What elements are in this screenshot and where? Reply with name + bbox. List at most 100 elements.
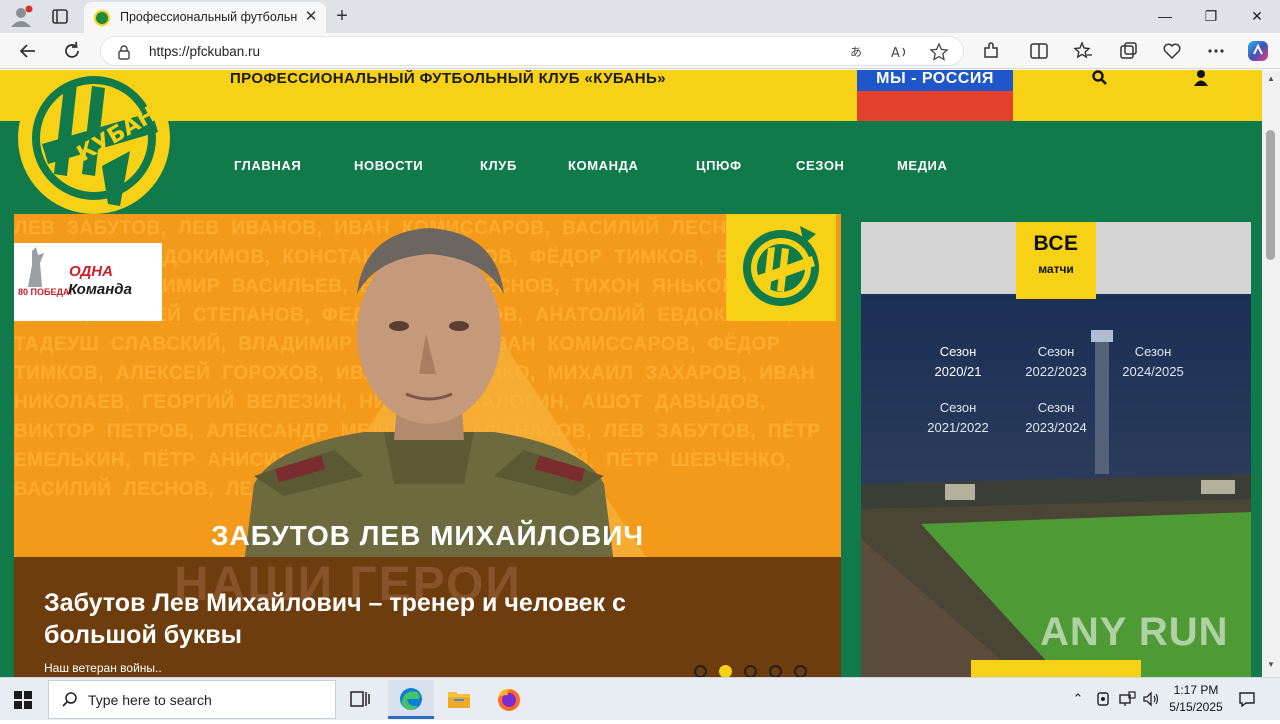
taskbar-search-box[interactable]: Type here to search <box>48 680 336 719</box>
windows-start-icon[interactable] <box>14 691 32 709</box>
back-arrow-icon[interactable] <box>16 39 40 63</box>
reload-icon[interactable] <box>60 39 84 63</box>
translate-icon[interactable]: あ <box>849 42 869 62</box>
notifications-icon[interactable] <box>1238 690 1256 708</box>
season-link-2022-2023[interactable]: Сезон 2022/2023 <box>1006 342 1106 382</box>
scrollbar-thumb[interactable] <box>1266 130 1275 260</box>
slider-dot-active[interactable] <box>719 665 732 677</box>
slider-dot[interactable] <box>744 665 757 677</box>
season-link-2023-2024[interactable]: Сезон 2023/2024 <box>1006 398 1106 438</box>
search-icon <box>61 691 79 709</box>
clock-time: 1:17 PM <box>1173 683 1219 697</box>
season-link-2021-2022[interactable]: Сезон 2021/2022 <box>908 398 1008 438</box>
nav-item-club[interactable]: КЛУБ <box>480 158 517 173</box>
tray-device-icon[interactable] <box>1094 690 1112 708</box>
split-screen-icon[interactable] <box>1028 40 1050 62</box>
season-word: Сезон <box>1037 400 1075 415</box>
browser-tab-bar: Профессиональный футбольный клуб «Кубань… <box>0 0 1280 33</box>
nav-item-home[interactable]: ГЛАВНАЯ <box>234 158 301 173</box>
all-matches-button[interactable]: ВСЕ матчи <box>1016 222 1096 299</box>
new-tab-button[interactable]: + <box>331 5 353 27</box>
season-year: 2021/2022 <box>927 420 989 435</box>
monument-icon <box>28 247 44 287</box>
club-logo[interactable]: КУБАНЬ <box>12 70 177 221</box>
hero-slider[interactable]: ЛЕВ ЗАБУТОВ, ЛЕВ ИВАНОВ, ИВАН КОМИССАРОВ… <box>14 214 841 677</box>
page-scrollbar[interactable]: ▲ ▼ <box>1262 70 1280 677</box>
slider-dot[interactable] <box>794 665 807 677</box>
badge-odna-text: ОДНА <box>69 263 113 280</box>
favorite-star-icon[interactable] <box>929 42 949 62</box>
edge-browser-icon[interactable] <box>388 680 434 719</box>
copilot-icon[interactable] <box>1246 39 1268 61</box>
windows-taskbar: Type here to search ⌃ 1:17 PM 5/15/2025 <box>0 677 1280 720</box>
season-link-2020-21[interactable]: Сезон 2020/21 <box>908 342 1008 382</box>
more-menu-icon[interactable] <box>1205 40 1227 62</box>
season-year: 2022/2023 <box>1025 364 1087 379</box>
nav-item-team[interactable]: КОМАНДА <box>568 158 639 173</box>
url-text[interactable]: https://pfckuban.ru <box>149 44 260 59</box>
matches-panel-bottom-bar[interactable] <box>971 660 1141 677</box>
profile-icon[interactable] <box>8 5 34 29</box>
window-maximize-button[interactable]: ❐ <box>1188 0 1234 33</box>
window-minimize-button[interactable]: — <box>1142 0 1188 33</box>
file-explorer-icon[interactable] <box>436 680 482 719</box>
scroll-up-arrow-icon[interactable]: ▲ <box>1267 74 1275 83</box>
svg-text:あ: あ <box>850 45 862 59</box>
season-word: Сезон <box>939 400 977 415</box>
tab-close-icon[interactable]: ✕ <box>302 8 320 26</box>
all-matches-small-label: матчи <box>1038 262 1074 276</box>
taskbar-search-placeholder: Type here to search <box>88 692 212 708</box>
club-title: ПРОФЕССИОНАЛЬНЫЙ ФУТБОЛЬНЫЙ КЛУБ «КУБАНЬ… <box>230 70 666 87</box>
page-viewport: ПРОФЕССИОНАЛЬНЫЙ ФУТБОЛЬНЫЙ КЛУБ «КУБАНЬ… <box>0 70 1262 677</box>
taskbar-clock[interactable]: 1:17 PM 5/15/2025 <box>1164 682 1228 716</box>
firefox-icon[interactable] <box>486 680 532 719</box>
performance-heart-icon[interactable] <box>1161 40 1183 62</box>
read-aloud-icon[interactable]: A <box>889 42 909 62</box>
matches-panel: ВСЕ матчи Сезон 2020/21 Сезон 2022/2023 … <box>861 222 1251 677</box>
flag-red-stripe <box>857 91 1013 121</box>
address-bar[interactable]: https://pfckuban.ru あ A <box>100 36 964 66</box>
slider-dot[interactable] <box>769 665 782 677</box>
anyrun-watermark: ANY RUN <box>1040 610 1229 654</box>
nav-item-academy[interactable]: ЦПЮФ <box>696 158 742 173</box>
hero-club-emblem <box>726 214 836 321</box>
browser-toolbar: https://pfckuban.ru あ A <box>0 33 1280 69</box>
nav-item-media[interactable]: МЕДИА <box>897 158 948 173</box>
lock-icon[interactable] <box>117 44 131 60</box>
task-view-icon[interactable] <box>337 680 383 719</box>
network-icon[interactable] <box>1118 690 1136 708</box>
tray-overflow-chevron-icon[interactable]: ⌃ <box>1069 690 1087 708</box>
season-word: Сезон <box>939 344 977 359</box>
nav-item-news[interactable]: НОВОСТИ <box>354 158 423 173</box>
season-year: 2024/2025 <box>1122 364 1184 379</box>
hero-headline[interactable]: Забутов Лев Михайлович – тренер и челове… <box>44 587 644 651</box>
top-header-strip: ПРОФЕССИОНАЛЬНЫЙ ФУТБОЛЬНЫЙ КЛУБ «КУБАНЬ… <box>0 70 1262 121</box>
hero-caption-panel[interactable]: НАШИ ГЕРОИ Забутов Лев Михайлович – трен… <box>14 557 841 677</box>
russia-banner[interactable]: МЫ - РОССИЯ <box>857 70 1013 121</box>
badge-komanda-text: Команда <box>68 281 132 298</box>
volume-icon[interactable] <box>1142 690 1160 708</box>
site-favicon-icon <box>94 10 110 26</box>
season-word: Сезон <box>1037 344 1075 359</box>
season-link-2024-2025[interactable]: Сезон 2024/2025 <box>1103 342 1203 382</box>
browser-tab-active[interactable]: Профессиональный футбольный клуб «Кубань… <box>84 2 326 33</box>
hero-name-banner: ЗАБУТОВ ЛЕВ МИХАЙЛОВИЧ <box>210 520 645 551</box>
window-close-button[interactable]: ✕ <box>1234 0 1280 33</box>
season-word: Сезон <box>1134 344 1172 359</box>
slider-dot[interactable] <box>694 665 707 677</box>
russia-banner-text: МЫ - РОССИЯ <box>876 70 994 87</box>
user-account-icon[interactable] <box>1193 70 1209 86</box>
clock-date: 5/15/2025 <box>1169 700 1223 714</box>
collections-icon[interactable] <box>1117 40 1139 62</box>
hero-subtitle: Наш ветеран войны.. <box>44 661 162 675</box>
tab-title: Профессиональный футбольный клуб «Кубань… <box>120 10 298 24</box>
scroll-down-arrow-icon[interactable]: ▼ <box>1267 660 1275 669</box>
badge-80-text: 80 ПОБЕДА! <box>18 287 73 297</box>
all-matches-big-label: ВСЕ <box>1033 232 1079 255</box>
extensions-icon[interactable] <box>980 40 1002 62</box>
season-year: 2023/2024 <box>1025 420 1087 435</box>
tab-actions-icon[interactable] <box>48 6 72 28</box>
search-icon[interactable] <box>1092 70 1108 86</box>
favorites-icon[interactable] <box>1072 40 1094 62</box>
nav-item-season[interactable]: СЕЗОН <box>796 158 845 173</box>
